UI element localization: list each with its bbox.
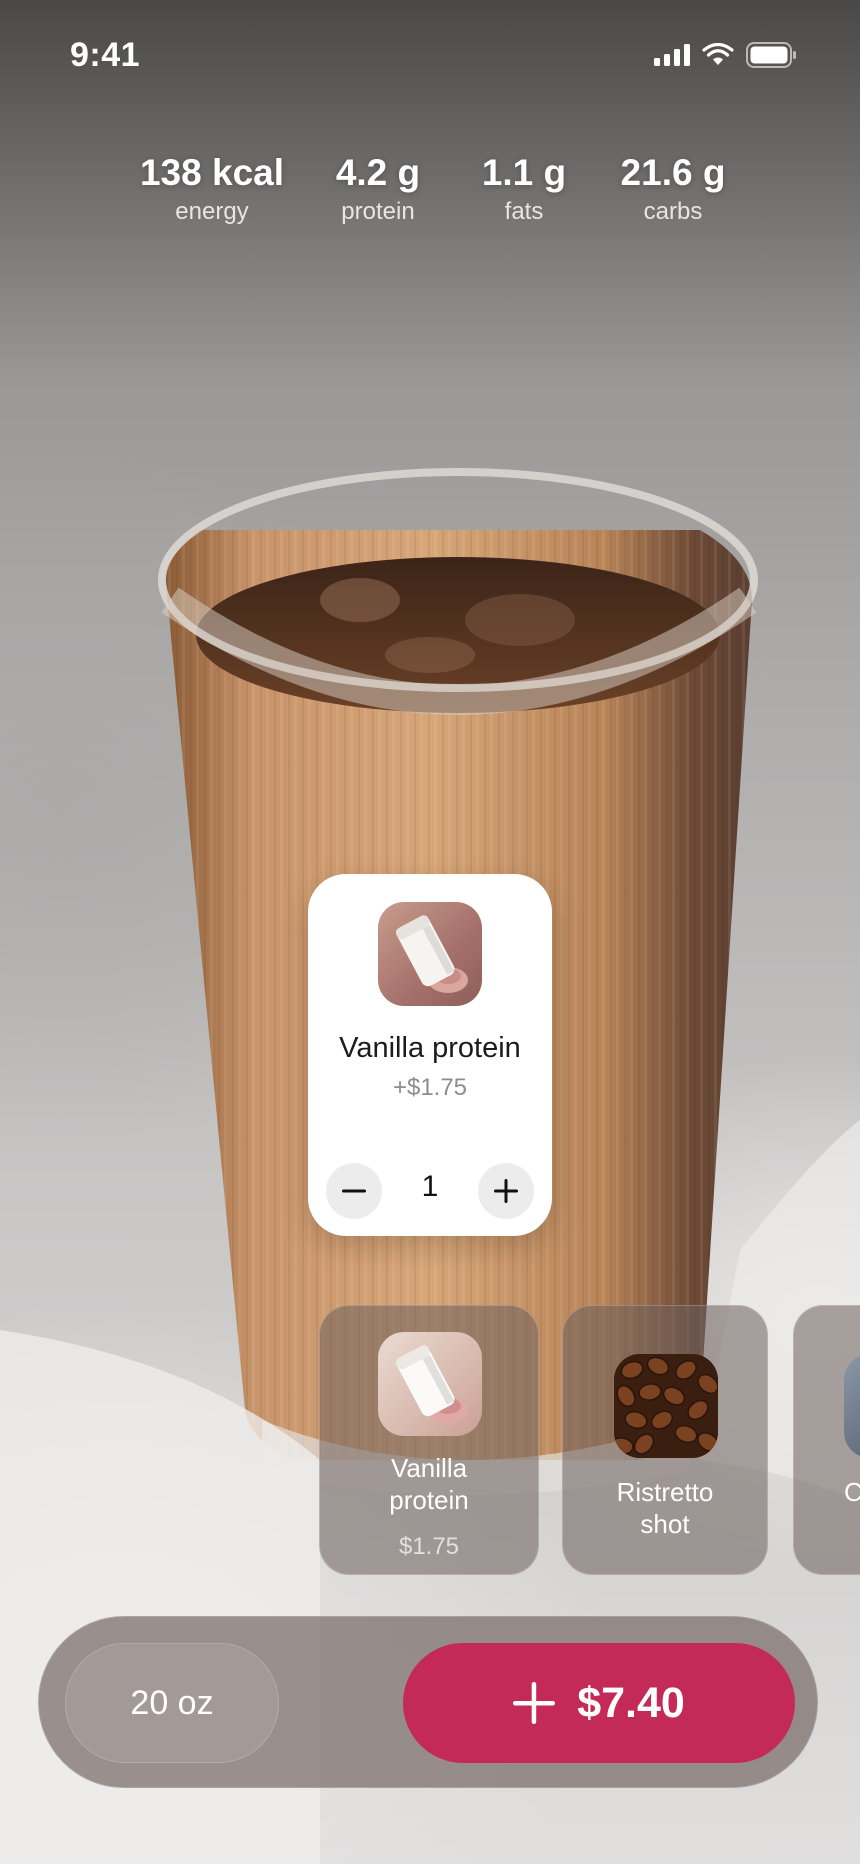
status-bar: 9:41 [0,0,860,110]
order-bar: 20 oz $7.40 [38,1616,818,1788]
protein-jar-icon [378,902,482,1006]
size-selector-button[interactable]: 20 oz [65,1643,279,1763]
addon-icon [844,1354,860,1458]
addon-title-line1: Vanilla [390,1453,468,1483]
addon-card-vanilla-protein[interactable]: Vanilla protein $1.75 [319,1305,539,1575]
nutrition-protein: 4.2 g protein [314,152,442,226]
popup-price: +$1.75 [392,1074,468,1101]
carbs-label: carbs [643,198,703,225]
fats-label: fats [504,198,544,225]
addon-title: Ristretto shot [563,1476,767,1540]
addon-quantity-popup: Vanilla protein +$1.75 1 [308,874,552,1236]
nutrition-carbs: 21.6 g carbs [610,152,736,226]
protein-value: 4.2 g [335,152,421,193]
carbs-value: 21.6 g [620,152,726,193]
status-time: 9:41 [70,36,141,74]
nutrition-fats: 1.1 g fats [468,152,580,226]
increase-quantity-button[interactable] [478,1163,534,1219]
nutrition-energy: 138 kcal energy [124,152,300,226]
protein-jar-icon [378,1332,482,1436]
wifi-icon [702,43,734,65]
quantity-value: 1 [421,1170,439,1203]
plus-icon [494,1179,518,1203]
addon-title: C [794,1476,860,1508]
energy-value: 138 kcal [139,152,285,193]
system-icons [654,40,796,70]
cellular-signal-icon [654,44,690,66]
protein-label: protein [341,198,415,225]
addon-card-partial[interactable]: C [793,1305,860,1575]
energy-label: energy [175,198,249,225]
order-total: $7.40 [577,1678,685,1727]
addon-price: $1.75 [398,1533,460,1560]
addon-title-line2: shot [640,1509,690,1539]
addon-title-line1: Ristretto [616,1477,714,1507]
minus-icon [342,1189,366,1193]
addon-title: Vanilla protein [320,1452,538,1516]
battery-icon [746,42,796,68]
popup-title: Vanilla protein [339,1032,521,1064]
add-to-order-button[interactable]: $7.40 [403,1643,795,1763]
fats-value: 1.1 g [481,152,567,193]
plus-icon [513,1682,556,1724]
addon-title-line2: protein [389,1485,469,1515]
coffee-beans-icon [614,1354,718,1458]
decrease-quantity-button[interactable] [326,1163,382,1219]
addon-card-ristretto-shot[interactable]: Ristretto shot [562,1305,768,1575]
nutrition-summary: 138 kcal energy 4.2 g protein 1.1 g fats… [0,152,860,226]
